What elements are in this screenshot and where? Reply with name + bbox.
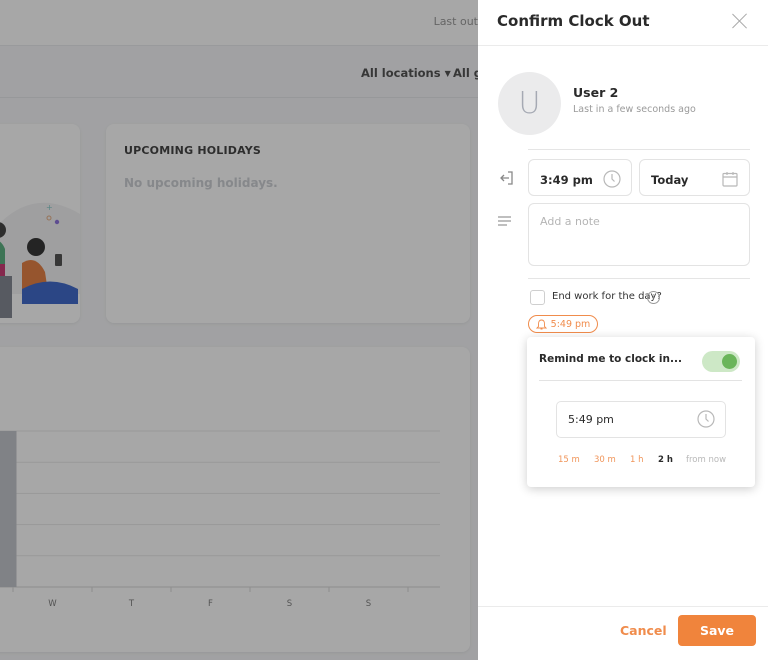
confirm-clock-out-panel: Confirm Clock Out U User 2 Last in a few… [478,0,768,660]
quick-option-1h[interactable]: 1 h [630,455,644,465]
cancel-button[interactable]: Cancel [620,623,667,638]
avatar: U [498,72,561,135]
note-textarea[interactable] [528,203,750,266]
user-status: Last in a few seconds ago [573,104,696,115]
save-button[interactable]: Save [678,615,756,646]
clock-out-icon [499,170,515,190]
reminder-time-value: 5:49 pm [568,413,614,426]
toggle-knob [722,354,737,369]
reminder-pill[interactable]: 5:49 pm [528,315,598,333]
clock-out-date-field[interactable]: Today [639,159,750,196]
modal-overlay[interactable] [0,0,478,660]
reminder-time-field[interactable]: 5:49 pm [556,401,726,438]
quick-option-2h[interactable]: 2 h [658,455,673,465]
note-icon [497,212,512,231]
bell-icon [535,319,547,329]
user-name: User 2 [573,85,619,100]
reminder-popover: Remind me to clock in... 5:49 pm 15 m 30… [527,337,755,487]
panel-header: Confirm Clock Out [478,0,768,46]
from-now-text: from now [686,455,727,465]
reminder-pill-time: 5:49 pm [550,318,591,330]
reminder-title: Remind me to clock in... [539,353,682,365]
panel-footer: Cancel Save [478,606,768,660]
divider [539,380,742,381]
clock-icon [697,410,715,432]
time-value: 3:49 pm [540,173,593,187]
clock-icon [603,170,621,192]
close-icon[interactable] [732,13,748,29]
quick-option-15m[interactable]: 15 m [558,455,580,465]
clock-out-time-field[interactable]: 3:49 pm [528,159,632,196]
date-value: Today [651,173,689,187]
divider [528,149,750,150]
panel-title: Confirm Clock Out [497,12,650,30]
user-info: U User 2 Last in a few seconds ago [498,72,696,135]
quick-option-30m[interactable]: 30 m [594,455,616,465]
divider [528,278,750,279]
end-work-checkbox[interactable] [530,290,545,305]
reminder-toggle[interactable] [702,351,740,372]
calendar-icon [721,170,739,192]
end-work-label: End work for the day? [552,291,662,302]
info-icon[interactable]: i [647,291,660,304]
